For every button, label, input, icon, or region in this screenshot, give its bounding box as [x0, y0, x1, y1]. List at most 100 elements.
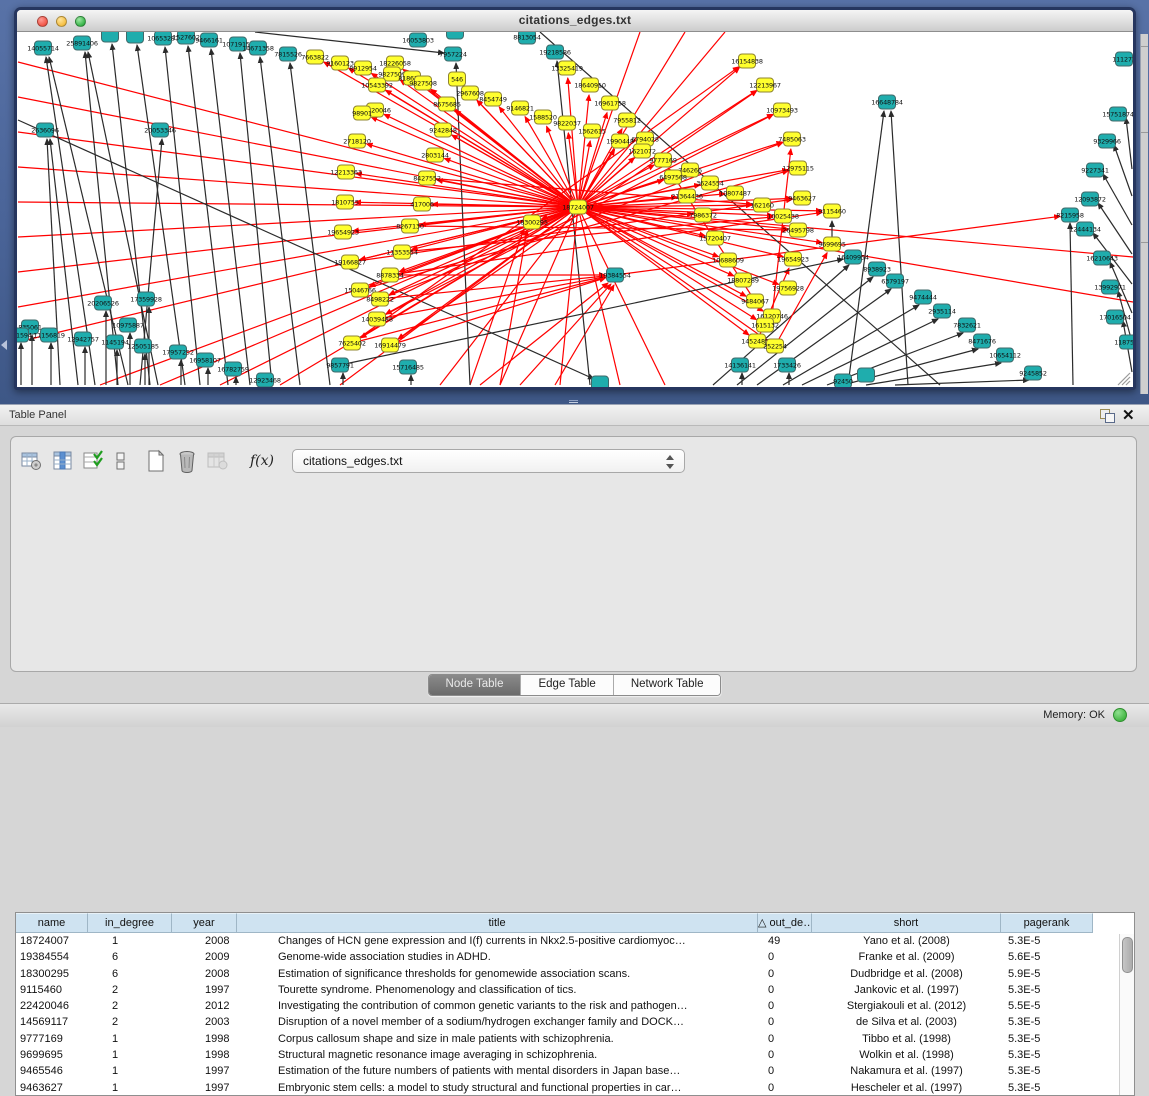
network-node[interactable]: [127, 32, 144, 43]
network-node[interactable]: 7832621: [953, 318, 981, 332]
delete-column-icon[interactable]: [174, 448, 200, 474]
table-row[interactable]: 1456911722003Disruption of a novel membe…: [16, 1014, 1134, 1030]
network-window[interactable]: citations_edges.txt 18724007183002951938…: [14, 7, 1136, 390]
network-node[interactable]: 26495798: [782, 223, 814, 237]
table-row[interactable]: 946362711997Embryonic stem cells: a mode…: [16, 1080, 1134, 1096]
right-panel-splitter[interactable]: [1140, 34, 1148, 394]
table-settings-icon[interactable]: [19, 448, 45, 474]
network-node[interactable]: 9857791: [326, 358, 354, 372]
network-node[interactable]: 10654112: [989, 348, 1021, 362]
network-node[interactable]: 15751874: [1102, 107, 1133, 121]
column-header-title[interactable]: title: [237, 913, 758, 933]
network-node[interactable]: 16782759: [217, 362, 249, 376]
new-column-icon[interactable]: [143, 448, 169, 474]
network-node[interactable]: 1187533: [1114, 335, 1133, 349]
table-row[interactable]: 969969511998Structural magnetic resonanc…: [16, 1047, 1134, 1063]
network-node[interactable]: 14136141: [724, 358, 756, 372]
network-node[interactable]: 12213967: [749, 78, 781, 92]
network-node[interactable]: 12093872: [1074, 192, 1106, 206]
network-node[interactable]: 8267130: [396, 219, 424, 233]
network-node[interactable]: 9245852: [1019, 366, 1047, 380]
network-node[interactable]: 13325419: [551, 61, 583, 75]
network-node[interactable]: 19654923: [327, 225, 359, 239]
network-node[interactable]: 1362615: [578, 124, 606, 138]
table-row[interactable]: 911546021997Tourette syndrome. Phenomeno…: [16, 982, 1134, 998]
table-row[interactable]: 1872400712008Changes of HCN gene express…: [16, 933, 1134, 949]
split-view-icon[interactable]: [112, 448, 130, 474]
network-node[interactable]: 16154838: [731, 54, 763, 68]
column-header-out_de[interactable]: △ out_de…: [758, 913, 812, 933]
network-node[interactable]: 162160: [750, 198, 774, 212]
network-node[interactable]: 19384554: [599, 268, 631, 282]
network-node[interactable]: [447, 32, 464, 39]
network-node[interactable]: 10025438: [767, 209, 799, 223]
network-node[interactable]: 9227341: [1081, 163, 1109, 177]
network-node[interactable]: 16648784: [871, 95, 903, 109]
network-node[interactable]: 19756928: [772, 281, 804, 295]
network-node[interactable]: 7815526: [274, 47, 302, 61]
network-node[interactable]: 15716485: [392, 360, 424, 374]
table-row[interactable]: 1938455462009Genome-wide association stu…: [16, 949, 1134, 965]
network-edge[interactable]: [384, 114, 578, 207]
network-node[interactable]: [102, 32, 119, 42]
network-node[interactable]: 2718120: [343, 134, 371, 148]
network-node[interactable]: 20053346: [144, 123, 176, 137]
network-node[interactable]: 8938923: [863, 262, 891, 276]
table-row[interactable]: 2242004622012Investigating the contribut…: [16, 998, 1134, 1014]
table-row[interactable]: 977716911998Corpus callosum shape and si…: [16, 1031, 1134, 1047]
network-node[interactable]: [592, 376, 609, 387]
network-node[interactable]: 16961758: [594, 96, 626, 110]
network-node[interactable]: 19218586: [539, 45, 571, 59]
select-columns-icon[interactable]: [81, 448, 107, 474]
network-node[interactable]: 7485063: [778, 132, 806, 146]
table-row[interactable]: 946554611997Estimation of the future num…: [16, 1063, 1134, 1079]
network-node[interactable]: 1810755: [331, 195, 359, 209]
network-node[interactable]: 1145194: [101, 335, 129, 349]
network-node[interactable]: 92450: [833, 374, 853, 387]
network-node[interactable]: 417006: [410, 197, 434, 211]
network-node[interactable]: 7955812: [613, 113, 641, 127]
network-node[interactable]: 8878334: [376, 268, 404, 282]
network-window-titlebar[interactable]: citations_edges.txt: [17, 10, 1133, 32]
network-node[interactable]: 12923468: [249, 373, 281, 387]
network-node[interactable]: 8471676: [968, 334, 996, 348]
network-node[interactable]: 8215958: [1056, 208, 1084, 222]
network-node[interactable]: 16053803: [402, 33, 434, 47]
table-scrollbar[interactable]: [1119, 934, 1134, 1096]
network-node[interactable]: 14039488: [361, 312, 393, 326]
network-edge[interactable]: [380, 276, 605, 299]
network-node[interactable]: 13992971: [1094, 280, 1126, 294]
float-panel-icon[interactable]: [1100, 409, 1115, 422]
network-node[interactable]: 10688609: [712, 253, 744, 267]
network-node[interactable]: 9115460: [818, 204, 846, 218]
network-node[interactable]: 8675685: [433, 97, 461, 111]
network-node[interactable]: 19654923: [777, 252, 809, 266]
column-header-short[interactable]: short: [812, 913, 1001, 933]
tab-network-table[interactable]: Network Table: [614, 675, 721, 695]
network-node[interactable]: 25891406: [66, 36, 98, 50]
network-node[interactable]: 16914479: [374, 338, 406, 352]
column-header-year[interactable]: year: [172, 913, 237, 933]
network-node[interactable]: 19166827: [334, 255, 366, 269]
network-node[interactable]: [858, 368, 875, 382]
network-node[interactable]: 20206526: [87, 296, 119, 310]
left-splitter-arrow-icon[interactable]: [1, 340, 7, 350]
network-node[interactable]: 98901: [352, 106, 372, 120]
close-panel-icon[interactable]: ✕: [1122, 407, 1135, 424]
tab-node-table[interactable]: Node Table: [429, 675, 522, 695]
function-builder-icon[interactable]: f(x): [250, 453, 274, 469]
column-header-name[interactable]: name: [16, 913, 88, 933]
network-node[interactable]: 10975887: [112, 318, 144, 332]
network-node[interactable]: 9329966: [1093, 134, 1121, 148]
network-node[interactable]: 3624554: [696, 176, 724, 190]
network-node[interactable]: 111273: [1112, 52, 1133, 66]
network-edge[interactable]: [386, 90, 578, 207]
column-header-in_degree[interactable]: in_degree: [88, 913, 172, 933]
table-selector-dropdown[interactable]: citations_edges.txt: [292, 449, 685, 473]
column-header-pagerank[interactable]: pagerank: [1001, 913, 1093, 933]
network-node[interactable]: 12975115: [782, 161, 814, 175]
network-node[interactable]: 18640910: [574, 78, 606, 92]
network-canvas[interactable]: 1872400718300295193845547663822916012389…: [17, 32, 1133, 387]
network-edge[interactable]: [452, 135, 578, 207]
network-node[interactable]: 9463627: [788, 191, 816, 205]
